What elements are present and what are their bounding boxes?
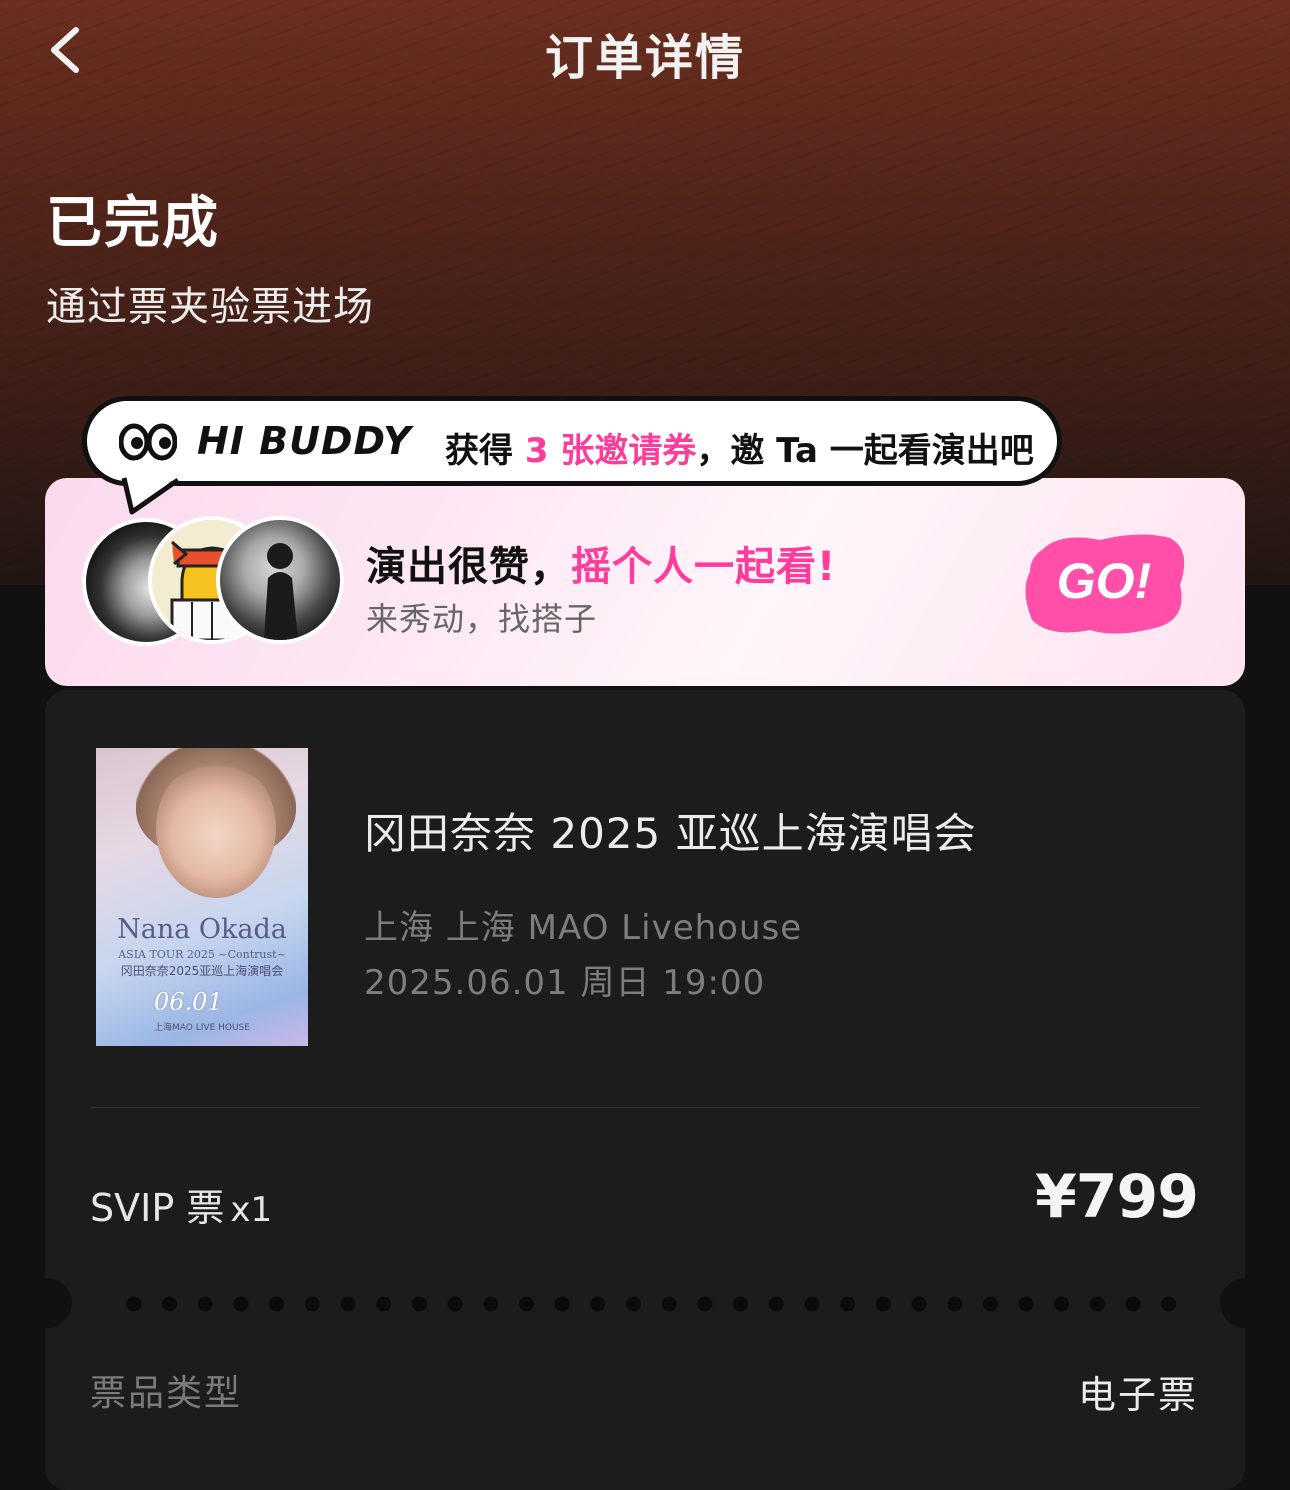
eyes-icon [119,423,177,461]
buddy-invite-count: 3 张邀请券 [524,431,697,471]
perforation-line [116,1296,1176,1312]
go-label: GO! [1057,553,1151,609]
poster-portrait [156,758,276,898]
ticket-price: ¥799 [1035,1162,1199,1232]
buddy-invite-suffix: ，邀 Ta 一起看演出吧 [696,431,1034,471]
show-datetime: 2025.06.01 周日 19:00 [364,963,766,1003]
buddy-invite-prefix: 获得 [445,431,525,471]
silhouette-icon [264,543,298,640]
avatar [216,516,344,644]
ticket-tier-name: SVIP 票 [90,1186,225,1230]
poster-date: 06.01 [154,988,223,1016]
buddy-invite-text: 获得 3 张邀请券，邀 Ta 一起看演出吧 [445,423,1034,472]
event-poster[interactable]: Nana Okada ASIA TOUR 2025 ~Contrust~ 冈田奈… [96,748,308,1046]
page-title: 订单详情 [544,30,745,86]
buddy-card-title: 演出很赞，摇个人一起看! [366,534,836,592]
poster-artist-name: Nana Okada [117,914,287,945]
buddy-card-title-prefix: 演出很赞， [366,544,571,590]
buddy-card-title-highlight: 摇个人一起看! [571,544,837,590]
buddy-speech-bubble: HI BUDDY 获得 3 张邀请券，邀 Ta 一起看演出吧 [82,396,1062,486]
hi-buddy-logo: HI BUDDY [197,419,412,463]
go-button[interactable]: GO! [1020,530,1190,640]
show-title[interactable]: 冈田奈奈 2025 亚巡上海演唱会 [364,800,977,861]
poster-venue: 上海MAO LIVE HOUSE [154,1023,250,1033]
show-venue: 上海 上海 MAO Livehouse [364,908,803,948]
ticket-quantity: x1 [230,1190,273,1230]
divider [90,1107,1200,1108]
ticket-tier: SVIP 票 x1 [90,1177,272,1232]
ticket-type-value: 电子票 [1077,1373,1198,1417]
go-badge-icon: GO! [1025,534,1185,634]
poster-chinese-title: 冈田奈奈2025亚巡上海演唱会 [120,964,284,978]
order-status-subtitle: 通过票夹验票进场 [46,284,374,330]
bubble-tail [121,476,180,515]
ticket-type-label: 票品类型 [90,1373,243,1414]
poster-tour-line: ASIA TOUR 2025 ~Contrust~ [118,948,286,961]
order-status: 已完成 [46,191,220,256]
buddy-card-subtitle: 来秀动，找搭子 [366,600,598,638]
ticket-notch-right [1220,1278,1270,1328]
ticket-notch-left [22,1278,72,1328]
